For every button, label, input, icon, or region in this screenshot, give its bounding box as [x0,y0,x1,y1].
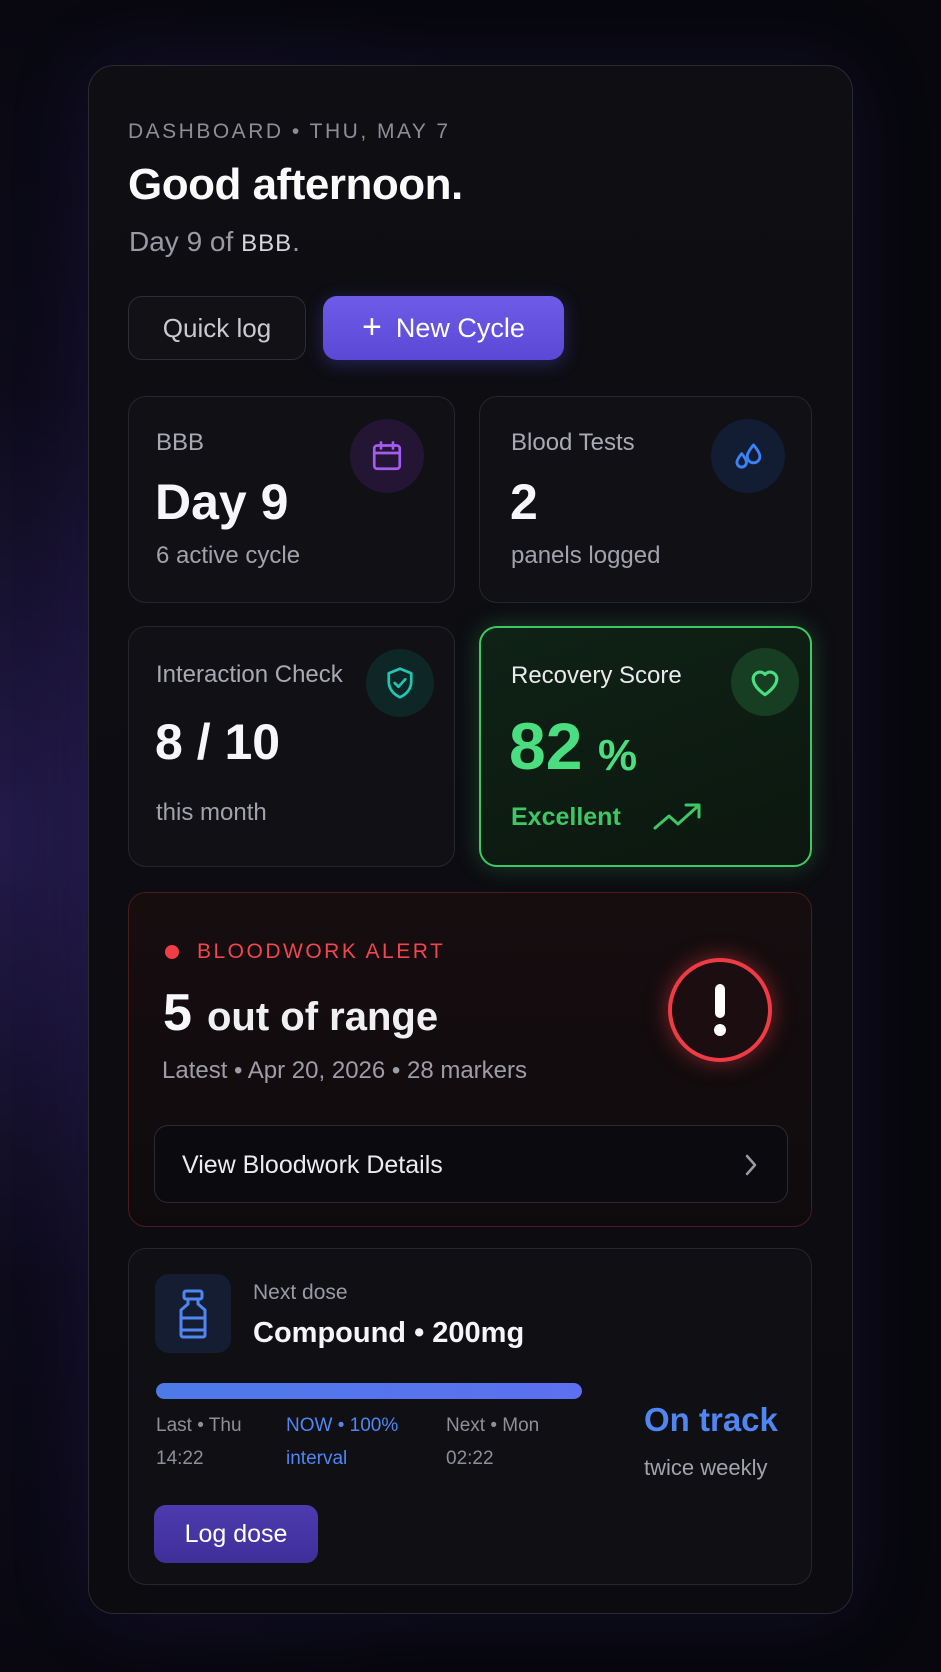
interaction-check-sub: this month [156,799,267,826]
page-title: Good afternoon. [128,160,463,209]
cycle-card[interactable]: BBB Day 9 6 active cycle [128,396,455,603]
blood-tests-value: 2 [510,474,538,530]
heart-icon [731,648,799,716]
subtitle-prefix: Day 9 of [129,226,242,257]
alert-meta: Latest • Apr 20, 2026 • 28 markers [162,1057,528,1084]
page-subtitle: Day 9 of BBB. [129,226,300,258]
chevron-right-icon [745,1154,757,1176]
last-dose-clock: 14:22 [156,1448,204,1469]
trending-up-icon [652,800,704,839]
now-interval-percent: NOW • 100% [286,1415,399,1436]
next-dose-value: Compound • 200mg [253,1317,525,1349]
view-bloodwork-details-button[interactable]: View Bloodwork Details [154,1125,788,1203]
exclamation-icon [668,958,772,1062]
new-cycle-label: New Cycle [395,312,525,343]
now-interval-marker: NOW • 100% interval [286,1409,398,1475]
interaction-check-value: 8 / 10 [155,714,281,770]
interaction-check-card[interactable]: Interaction Check 8 / 10 this month [128,626,455,867]
next-dose-time: Next • Mon 02:22 [446,1409,539,1475]
recovery-score-unit: % [598,731,638,780]
droplets-icon [711,419,785,493]
vial-icon [155,1274,231,1353]
next-dose-label: Next dose [253,1281,348,1304]
plus-icon: + [362,307,382,346]
breadcrumb: DASHBOARD • THU, MAY 7 [128,120,451,143]
dose-status: On track [644,1401,778,1438]
recovery-score-label: Recovery Score [511,662,682,689]
alert-eyebrow: BLOODWORK ALERT [197,940,446,963]
last-dose-day: Last • Thu [156,1415,242,1436]
subtitle-cycle-name: BBB [241,230,293,257]
quick-log-button[interactable]: Quick log [128,296,306,360]
subtitle-suffix: . [292,226,300,257]
bloodwork-alert-card: BLOODWORK ALERT 5 out of range Latest • … [128,892,812,1227]
recovery-score-status: Excellent [511,803,621,831]
cycle-card-label: BBB [156,429,205,456]
now-interval-label: interval [286,1448,348,1469]
blood-tests-sub: panels logged [511,542,661,569]
blood-tests-label: Blood Tests [511,429,635,456]
next-dose-card: Next dose Compound • 200mg Last • Thu 14… [128,1248,812,1585]
new-cycle-button[interactable]: + New Cycle [323,296,564,360]
log-dose-button[interactable]: Log dose [154,1505,318,1563]
cycle-card-sub: 6 active cycle [156,542,301,569]
out-of-range-label: out of range [207,995,439,1039]
shield-check-icon [366,649,434,717]
interaction-check-label: Interaction Check [156,661,343,688]
calendar-icon [350,419,424,493]
blood-tests-card[interactable]: Blood Tests 2 panels logged [479,396,812,603]
dose-interval-progress [156,1383,582,1399]
last-dose-time: Last • Thu 14:22 [156,1409,242,1475]
cycle-card-value: Day 9 [155,474,289,530]
recovery-score-value: 82 [509,709,583,783]
next-dose-clock: 02:22 [446,1448,494,1469]
next-dose-day: Next • Mon [446,1415,540,1436]
dose-interval-progress-fill [156,1383,582,1399]
alert-dot [165,945,179,959]
out-of-range-count: 5 [163,984,192,1042]
recovery-score-card[interactable]: Recovery Score 82 % Excellent [479,626,812,867]
view-bloodwork-details-label: View Bloodwork Details [182,1151,443,1179]
dose-frequency: twice weekly [644,1455,768,1480]
